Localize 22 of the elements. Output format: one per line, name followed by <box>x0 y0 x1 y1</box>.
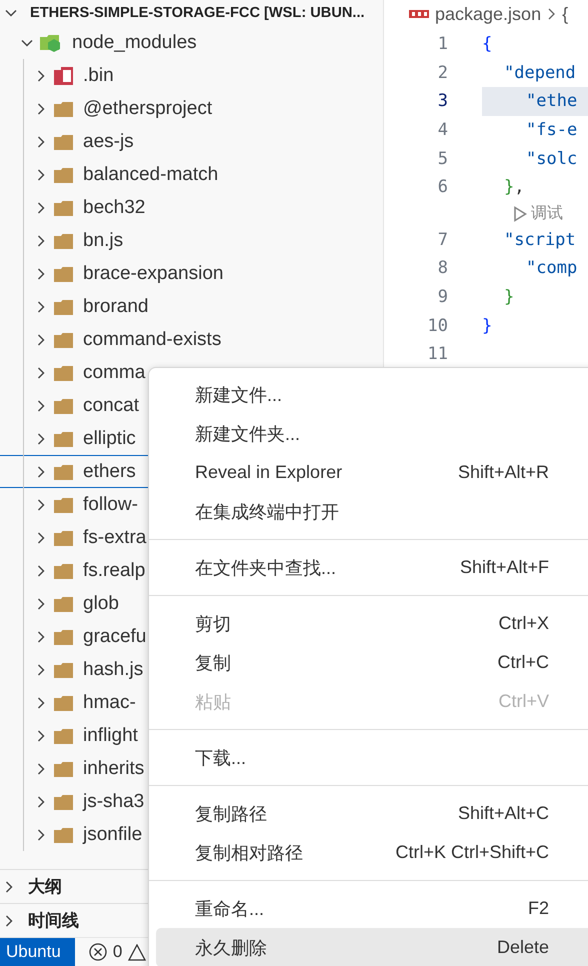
line-number: 1 <box>436 34 448 54</box>
code-text: "solc <box>526 148 578 169</box>
code-text: }, <box>504 177 524 198</box>
code-text: "ethe <box>526 91 578 112</box>
line-number: 3 <box>436 91 448 112</box>
line-number: 5 <box>436 148 448 169</box>
line-number: 9 <box>436 287 448 308</box>
line-number: 11 <box>426 344 448 364</box>
code-text: "depend <box>504 62 576 83</box>
code-text: "script <box>504 230 576 250</box>
line-number: 10 <box>426 316 448 336</box>
line-number: 7 <box>436 230 448 250</box>
explorer-title: ETHERS-SIMPLE-STORAGE-FCC [WSL: UBUN... <box>30 5 365 21</box>
line-number: 8 <box>436 258 448 278</box>
code-text: "fs-e <box>526 120 578 140</box>
code-text: } <box>504 287 514 308</box>
code-text: { <box>482 34 492 54</box>
line-number: 6 <box>436 177 448 198</box>
code-text: } <box>482 316 492 336</box>
line-number: 2 <box>436 62 448 83</box>
line-number: 4 <box>436 120 448 140</box>
code-text: "comp <box>526 258 578 278</box>
